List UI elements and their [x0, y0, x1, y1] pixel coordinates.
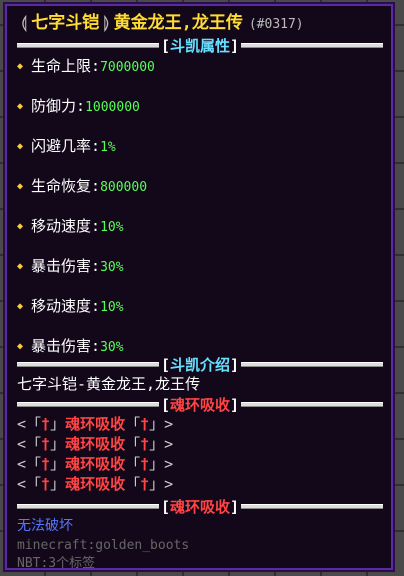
ring-bracket: <「 [17, 475, 42, 493]
stat-row: ◆ 生命恢复:800000 [17, 176, 383, 196]
section-ring-title: 魂环吸收 [170, 395, 231, 414]
stat-label: 暴击伤害: [31, 337, 101, 355]
divider [241, 361, 384, 367]
ring-row: <「†」魂环吸收「†」> [17, 434, 383, 454]
ring-bracket: <「 [17, 455, 42, 473]
diamond-icon: ◆ [17, 181, 24, 192]
section-intro-title: 斗凯介绍 [170, 355, 231, 374]
ring-row: <「†」魂环吸收「†」> [17, 474, 383, 494]
stat-label: 生命恢复: [31, 177, 101, 195]
ring-bracket: 」 [50, 435, 66, 453]
stat-value: 10% [100, 300, 124, 315]
section-ring-footer-title: 魂环吸收 [170, 497, 231, 516]
stat-value: 10% [100, 220, 124, 235]
ring-bracket: 「 [125, 435, 141, 453]
divider [17, 503, 159, 509]
nbt-tag-count: NBT:3个标签 [17, 556, 96, 571]
stat-value: 30% [100, 340, 124, 355]
dagger-icon: † [140, 475, 150, 493]
diamond-icon: ◆ [17, 341, 24, 352]
stat-label: 生命上限: [31, 57, 101, 75]
section-ring-header: [魂环吸收] [17, 395, 384, 414]
bracket-right-icon: ⟭ [103, 13, 110, 33]
item-name: 黄金龙王,龙王传 [113, 13, 243, 33]
dagger-icon: † [41, 435, 51, 453]
ring-bracket: <「 [17, 435, 42, 453]
stat-row: ◆ 闪避几率:1% [17, 136, 383, 156]
ring-bracket: 」> [149, 475, 174, 493]
item-title: ⟬ 七字斗铠 ⟭ 黄金龙王,龙王传 (#0317) [17, 10, 383, 36]
ring-bracket: 」> [149, 435, 174, 453]
item-registry-id: minecraft:golden_boots [17, 538, 190, 553]
ring-text: 魂环吸收 [65, 415, 126, 433]
section-intro-header: [斗凯介绍] [17, 355, 384, 374]
section-ring-footer: [魂环吸收] [17, 497, 384, 516]
stat-label: 移动速度: [31, 217, 101, 235]
ring-bracket: 」> [149, 415, 174, 433]
ring-row: <「†」魂环吸收「†」> [17, 454, 383, 474]
stat-value: 800000 [100, 180, 148, 195]
item-id: (#0317) [248, 17, 304, 32]
section-attributes-title: 斗凯属性 [170, 36, 231, 55]
dagger-icon: † [41, 475, 51, 493]
ring-bracket: 「 [125, 455, 141, 473]
divider [241, 503, 384, 509]
unbreakable-tag: 无法破坏 [17, 518, 73, 534]
stat-value: 1000000 [85, 100, 140, 115]
stat-label: 暴击伤害: [31, 257, 101, 275]
stat-label: 闪避几率: [31, 137, 101, 155]
ring-bracket: 」 [50, 415, 66, 433]
bracket-left-icon: ⟬ [21, 13, 28, 33]
dagger-icon: † [140, 455, 150, 473]
divider [241, 401, 384, 407]
stat-value: 1% [100, 140, 116, 155]
stat-value: 7000000 [100, 60, 155, 75]
section-attributes-header: [斗凯属性] [17, 36, 384, 55]
divider [17, 401, 159, 407]
diamond-icon: ◆ [17, 221, 24, 232]
intro-text: 七字斗铠-黄金龙王,龙王传 [17, 375, 201, 393]
ring-text: 魂环吸收 [65, 435, 126, 453]
diamond-icon: ◆ [17, 301, 24, 312]
stat-value: 30% [100, 260, 124, 275]
stat-label: 移动速度: [31, 297, 101, 315]
ring-bracket: 」 [50, 475, 66, 493]
item-tooltip: ⟬ 七字斗铠 ⟭ 黄金龙王,龙王传 (#0317) [斗凯属性] ◆ 生命上限:70000… [3, 2, 395, 572]
stat-label: 防御力: [31, 97, 86, 115]
dagger-icon: † [41, 415, 51, 433]
stat-row: ◆ 移动速度:10% [17, 296, 383, 316]
ring-bracket: <「 [17, 415, 42, 433]
item-type-label: 七字斗铠 [31, 13, 100, 33]
dagger-icon: † [140, 415, 150, 433]
stat-row: ◆ 防御力:1000000 [17, 96, 383, 116]
ring-text: 魂环吸收 [65, 475, 126, 493]
dagger-icon: † [41, 455, 51, 473]
stat-row: ◆ 暴击伤害:30% [17, 256, 383, 276]
ring-bracket: 「 [125, 475, 141, 493]
stat-row: ◆ 生命上限:7000000 [17, 56, 383, 76]
dagger-icon: † [140, 435, 150, 453]
ring-bracket: 」 [50, 455, 66, 473]
ring-row: <「†」魂环吸收「†」> [17, 414, 383, 434]
diamond-icon: ◆ [17, 101, 24, 112]
divider [17, 42, 159, 48]
diamond-icon: ◆ [17, 61, 24, 72]
ring-text: 魂环吸收 [65, 455, 126, 473]
divider [241, 42, 384, 48]
ring-bracket: 「 [125, 415, 141, 433]
stat-row: ◆ 移动速度:10% [17, 216, 383, 236]
divider [17, 361, 159, 367]
diamond-icon: ◆ [17, 261, 24, 272]
diamond-icon: ◆ [17, 141, 24, 152]
ring-bracket: 」> [149, 455, 174, 473]
